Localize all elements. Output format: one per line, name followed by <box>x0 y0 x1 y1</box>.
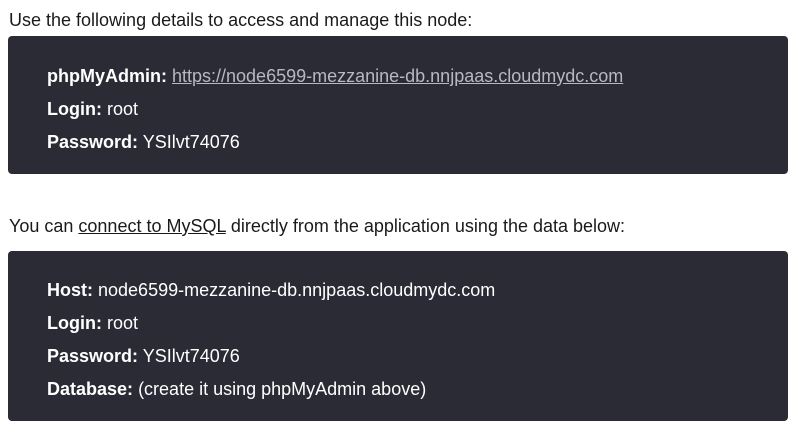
database-row: Database: (create it using phpMyAdmin ab… <box>47 373 788 406</box>
mysql-intro-before: You can <box>9 216 79 236</box>
mysql-credentials-panel: Host: node6599-mezzanine-db.nnjpaas.clou… <box>8 251 788 421</box>
host-row: Host: node6599-mezzanine-db.nnjpaas.clou… <box>47 274 788 307</box>
database-label: Database: <box>47 379 134 399</box>
login-label: Login: <box>47 99 102 119</box>
phpmyadmin-row: phpMyAdmin: https://node6599-mezzanine-d… <box>47 60 788 93</box>
mysql-instructions-text: You can connect to MySQL directly from t… <box>9 214 625 238</box>
login-value: root <box>107 99 139 119</box>
host-label: Host: <box>47 280 93 300</box>
password-row: Password: YSIlvt74076 <box>47 126 788 159</box>
mysql-login-value: root <box>107 313 139 333</box>
mysql-login-label: Login: <box>47 313 102 333</box>
host-value: node6599-mezzanine-db.nnjpaas.cloudmydc.… <box>98 280 496 300</box>
login-row: Login: root <box>47 93 788 126</box>
mysql-intro-after: directly from the application using the … <box>225 216 626 236</box>
connect-to-mysql-link[interactable]: connect to MySQL <box>78 216 225 236</box>
phpmyadmin-label: phpMyAdmin: <box>47 66 167 86</box>
phpmyadmin-link[interactable]: https://node6599-mezzanine-db.nnjpaas.cl… <box>172 66 623 86</box>
mysql-password-label: Password: <box>47 346 139 366</box>
mysql-login-row: Login: root <box>47 307 788 340</box>
database-value: (create it using phpMyAdmin above) <box>138 379 427 399</box>
phpmyadmin-credentials-panel: phpMyAdmin: https://node6599-mezzanine-d… <box>8 36 788 174</box>
mysql-password-row: Password: YSIlvt74076 <box>47 340 788 373</box>
mysql-password-value: YSIlvt74076 <box>142 346 240 366</box>
access-instructions-text: Use the following details to access and … <box>9 10 473 30</box>
password-value: YSIlvt74076 <box>142 132 240 152</box>
password-label: Password: <box>47 132 139 152</box>
